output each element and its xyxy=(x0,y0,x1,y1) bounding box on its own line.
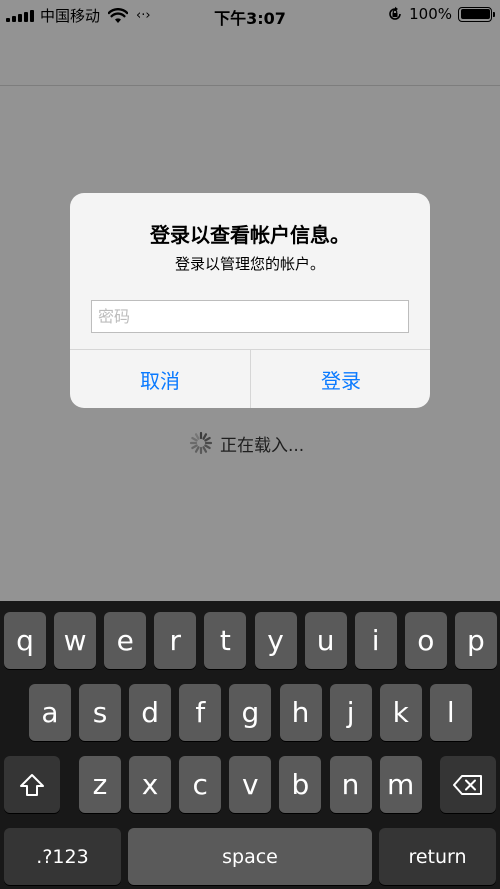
key-label: i xyxy=(371,624,380,657)
key-label: o xyxy=(417,624,435,657)
key-m[interactable]: m xyxy=(379,756,422,813)
shift-key[interactable] xyxy=(4,756,60,813)
key-y[interactable]: y xyxy=(254,612,297,669)
key-d[interactable]: d xyxy=(129,684,172,741)
key-label: s xyxy=(92,696,108,729)
key-a[interactable]: a xyxy=(29,684,71,741)
spinner-tick xyxy=(194,446,200,453)
rotation-lock-icon xyxy=(389,6,401,20)
key-u[interactable]: u xyxy=(304,612,347,669)
key-label: b xyxy=(291,768,310,801)
spinner-tick xyxy=(191,436,198,442)
key-label: m xyxy=(386,768,415,801)
key-label: r xyxy=(169,624,182,657)
spinner-tick xyxy=(204,436,211,442)
delete-key[interactable] xyxy=(440,756,496,813)
loading-indicator: 正在载入... xyxy=(188,430,304,456)
password-field[interactable] xyxy=(91,300,409,333)
key-s[interactable]: s xyxy=(79,684,122,741)
space-key-label: space xyxy=(222,845,278,868)
key-l[interactable]: l xyxy=(429,684,472,741)
cancel-button[interactable]: 取消 xyxy=(70,350,250,408)
key-b[interactable]: b xyxy=(279,756,322,813)
spinner-tick xyxy=(202,446,208,453)
keyboard: .?123 space return qwe r t yu i op asd f gh j k l zx… xyxy=(0,601,500,889)
key-label: q xyxy=(16,624,34,657)
key-label: n xyxy=(341,768,360,801)
key-label: l xyxy=(446,696,455,729)
alert-message: 登录以管理您的帐户。 xyxy=(174,255,325,273)
key-label: a xyxy=(41,696,59,729)
key-n[interactable]: n xyxy=(329,756,372,813)
key-p[interactable]: p xyxy=(454,612,497,669)
key-q[interactable]: q xyxy=(4,612,46,669)
status-bar: 中国移动 ‹·› 下午3:07 100% xyxy=(0,0,500,30)
key-label: c xyxy=(192,768,208,801)
key-label: z xyxy=(92,768,108,801)
key-label: g xyxy=(241,696,260,729)
spinner-tick xyxy=(191,444,198,450)
key-label: t xyxy=(219,624,231,657)
key-label: y xyxy=(267,624,284,657)
battery-level-fill xyxy=(460,9,490,19)
key-t[interactable]: t xyxy=(204,612,247,669)
key-label: h xyxy=(291,696,310,729)
key-j[interactable]: j xyxy=(329,684,372,741)
return-key[interactable]: return xyxy=(379,828,496,885)
key-g[interactable]: g xyxy=(229,684,272,741)
key-f[interactable]: f xyxy=(179,684,222,741)
key-e[interactable]: e xyxy=(104,612,147,669)
key-z[interactable]: z xyxy=(79,756,121,813)
alert-title: 登录以查看帐户信息。 xyxy=(150,223,350,247)
key-x[interactable]: x xyxy=(129,756,172,813)
key-label: d xyxy=(141,696,160,729)
key-i[interactable]: i xyxy=(354,612,397,669)
loading-text: 正在载入... xyxy=(220,435,305,456)
key-label: u xyxy=(316,624,335,657)
login-button[interactable]: 登录 xyxy=(251,350,430,408)
delete-icon xyxy=(453,774,482,795)
key-c[interactable]: c xyxy=(179,756,222,813)
key-label: v xyxy=(242,768,259,801)
spinner-tick xyxy=(204,444,211,450)
nav-bar-divider xyxy=(0,85,500,86)
key-label: j xyxy=(346,696,355,729)
key-h[interactable]: h xyxy=(279,684,322,741)
shift-icon xyxy=(20,773,44,796)
key-label: x xyxy=(141,768,159,801)
spinner-tick xyxy=(194,433,200,440)
spinner-tick xyxy=(202,433,208,440)
login-alert-dialog: 登录以查看帐户信息。 登录以管理您的帐户。 取消 登录 xyxy=(70,193,430,408)
key-o[interactable]: o xyxy=(404,612,447,669)
key-label: e xyxy=(116,624,134,657)
spinner-icon xyxy=(189,431,213,455)
numbers-key[interactable]: .?123 xyxy=(4,828,121,885)
battery-icon xyxy=(458,6,495,22)
space-key[interactable]: space xyxy=(128,828,372,885)
key-k[interactable]: k xyxy=(379,684,422,741)
key-r[interactable]: r xyxy=(154,612,197,669)
key-label: f xyxy=(195,696,206,729)
numbers-key-label: .?123 xyxy=(36,845,89,868)
return-key-label: return xyxy=(408,845,467,868)
key-label: k xyxy=(392,696,409,729)
key-label: w xyxy=(63,624,87,657)
battery-percent: 100% xyxy=(409,5,452,23)
status-right: 100% xyxy=(387,5,495,23)
key-w[interactable]: w xyxy=(54,612,97,669)
key-v[interactable]: v xyxy=(229,756,272,813)
key-label: p xyxy=(467,624,485,657)
